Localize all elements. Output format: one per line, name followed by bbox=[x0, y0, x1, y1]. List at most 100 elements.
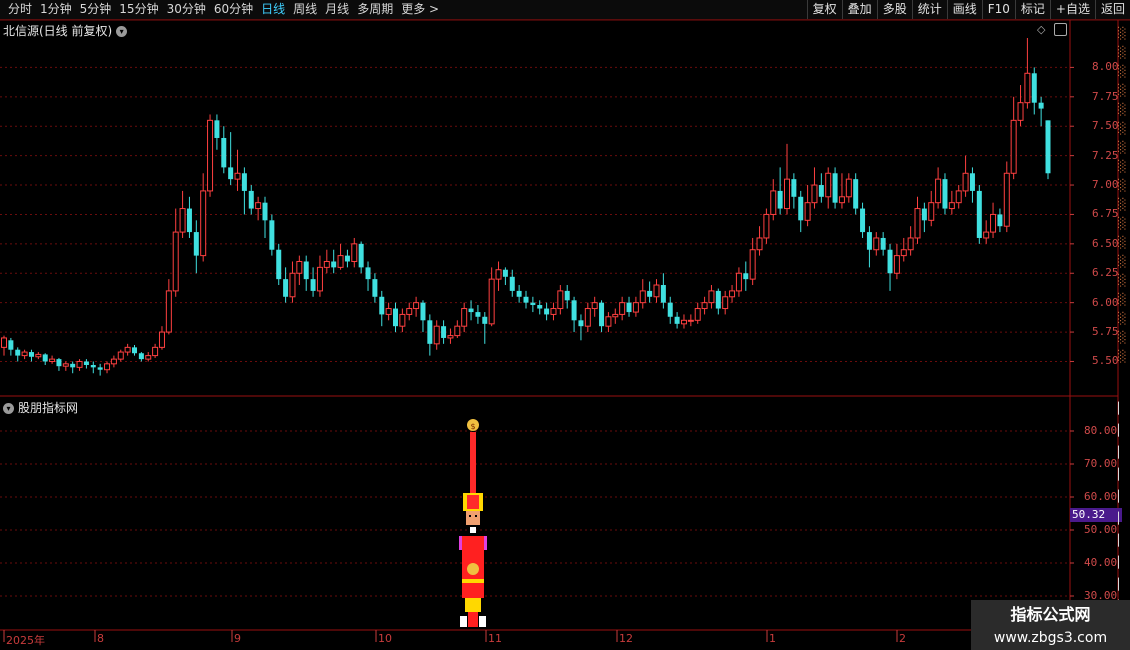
candle-body bbox=[323, 260, 330, 268]
candle bbox=[749, 237, 756, 286]
candle bbox=[667, 296, 673, 324]
candle bbox=[145, 352, 152, 362]
candle bbox=[798, 190, 804, 233]
candle bbox=[825, 167, 832, 209]
candle-body bbox=[124, 346, 131, 353]
candle bbox=[564, 285, 570, 309]
candle bbox=[969, 167, 975, 203]
candle bbox=[8, 337, 14, 356]
candle-body bbox=[969, 173, 975, 191]
chart-canvas[interactable]: $ bbox=[0, 0, 1130, 650]
candle bbox=[172, 208, 179, 297]
candle bbox=[647, 281, 653, 303]
candle-body bbox=[138, 353, 144, 360]
candle-body bbox=[379, 296, 385, 315]
candle bbox=[680, 314, 687, 329]
candle-body bbox=[557, 290, 564, 310]
candle bbox=[427, 314, 433, 356]
candle-body bbox=[283, 279, 289, 297]
candle-body bbox=[303, 261, 309, 280]
candle-body bbox=[948, 202, 955, 210]
candle bbox=[104, 361, 111, 374]
candle bbox=[860, 202, 866, 238]
candle-body bbox=[413, 302, 420, 310]
candle bbox=[228, 132, 234, 186]
candle-body bbox=[639, 290, 646, 304]
figure-foot bbox=[479, 616, 486, 627]
candle bbox=[62, 361, 69, 371]
candle-body bbox=[385, 308, 392, 315]
side-info-strip-2: ▏ ▏ ▏ ▏ ▏ ▏ ▏ ▏ ▏ ▏ bbox=[1118, 402, 1127, 613]
candle bbox=[1, 335, 7, 356]
candle-body bbox=[468, 308, 474, 313]
candle-body bbox=[372, 279, 378, 297]
candle bbox=[289, 261, 296, 303]
candle bbox=[316, 255, 323, 297]
candle-body bbox=[221, 137, 227, 168]
price-tick-label: 8.00 bbox=[1092, 60, 1119, 74]
candle-body bbox=[962, 172, 969, 192]
candle-body bbox=[234, 172, 241, 180]
candle-body bbox=[1024, 72, 1031, 104]
candle-body bbox=[56, 359, 62, 367]
price-tick-label: 5.75 bbox=[1092, 325, 1119, 339]
candle-body bbox=[914, 208, 921, 239]
candle bbox=[729, 285, 736, 303]
candle-body bbox=[584, 308, 591, 327]
candle-body bbox=[749, 249, 756, 280]
candle-body bbox=[104, 363, 111, 371]
candle-body bbox=[997, 214, 1003, 227]
candle-body bbox=[804, 202, 811, 221]
candle bbox=[530, 296, 536, 313]
candle bbox=[70, 361, 76, 374]
candle-body bbox=[571, 300, 577, 321]
candle bbox=[221, 126, 227, 174]
candle-body bbox=[76, 360, 83, 368]
candle-body bbox=[516, 290, 522, 297]
date-label: 9 bbox=[234, 632, 241, 645]
candle-body bbox=[900, 249, 907, 257]
candle bbox=[516, 285, 522, 303]
candle bbox=[283, 267, 289, 303]
candle-body bbox=[179, 208, 186, 233]
candle-body bbox=[735, 272, 742, 292]
candle-body bbox=[186, 208, 192, 233]
candle bbox=[735, 267, 742, 297]
indicator-tick-label: 80.00 bbox=[1084, 424, 1118, 437]
candle bbox=[207, 114, 214, 197]
candle bbox=[475, 305, 481, 324]
price-tick-label: 7.00 bbox=[1092, 178, 1119, 192]
candle bbox=[990, 202, 997, 238]
candle-body bbox=[674, 316, 680, 324]
candle bbox=[337, 243, 344, 270]
price-tick-label: 7.75 bbox=[1092, 89, 1119, 103]
candle-body bbox=[1017, 102, 1024, 121]
candle-body bbox=[310, 279, 316, 291]
figure-emblem bbox=[465, 598, 481, 612]
candle-body bbox=[276, 249, 282, 280]
candle-body bbox=[928, 202, 935, 221]
price-tick-label: 7.25 bbox=[1092, 148, 1119, 162]
candle bbox=[495, 261, 502, 291]
candle bbox=[138, 352, 144, 362]
candle-body bbox=[701, 302, 708, 310]
candle-body bbox=[647, 290, 653, 297]
candle-body bbox=[667, 302, 673, 317]
money-bag-icon bbox=[467, 563, 479, 575]
candle-body bbox=[715, 290, 721, 309]
candle bbox=[117, 349, 124, 362]
candle bbox=[962, 155, 969, 197]
candle bbox=[639, 279, 646, 309]
candle-body bbox=[887, 249, 893, 274]
price-tick-label: 6.50 bbox=[1092, 236, 1119, 250]
candle bbox=[784, 143, 790, 215]
candle bbox=[1031, 67, 1037, 115]
candle-body bbox=[1010, 119, 1017, 174]
candle-body bbox=[942, 179, 948, 209]
candle-body bbox=[172, 231, 179, 292]
candle bbox=[49, 355, 56, 364]
candle bbox=[632, 296, 639, 317]
candle bbox=[715, 288, 721, 315]
date-label: 11 bbox=[488, 632, 502, 645]
candle-body bbox=[269, 220, 275, 250]
